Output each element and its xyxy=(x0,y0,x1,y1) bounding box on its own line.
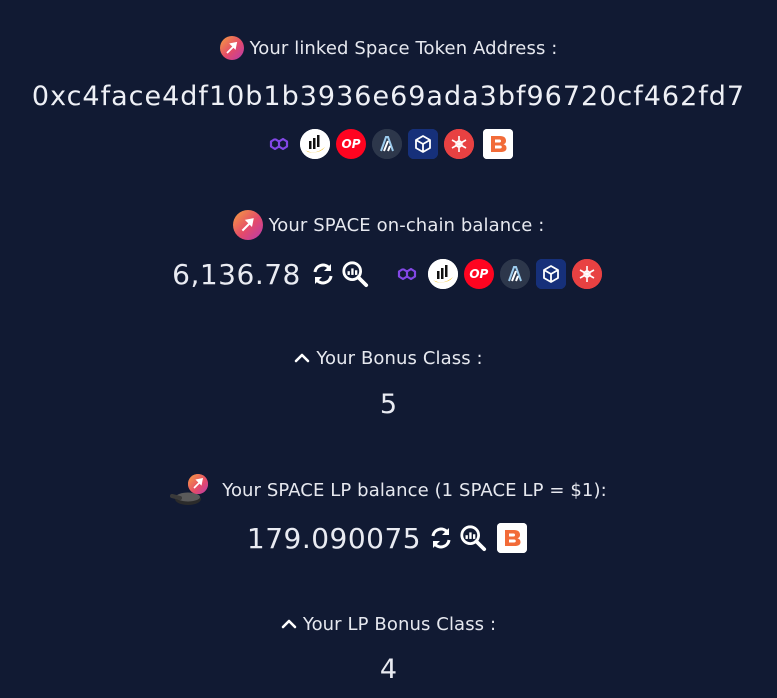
chevron-up-icon xyxy=(294,350,310,366)
bitrue-icon[interactable] xyxy=(497,523,528,553)
optimism-label: OP xyxy=(341,137,361,151)
polygon-icon[interactable] xyxy=(264,129,294,159)
arbitrum-icon[interactable] xyxy=(372,129,402,159)
space-token-icon xyxy=(232,210,263,240)
linked-address-label-row: Your linked Space Token Address : xyxy=(0,34,777,62)
lp-balance-label-row: Your SPACE LP balance (1 SPACE LP = $1): xyxy=(0,472,777,508)
arbitrum-icon[interactable] xyxy=(499,259,530,289)
onchain-balance-label: Your SPACE on-chain balance : xyxy=(268,214,545,236)
avalanche-icon[interactable] xyxy=(444,129,474,159)
bonus-class-value-row: 5 xyxy=(0,386,777,422)
bonus-class-value: 5 xyxy=(379,388,398,420)
search-chart-icon[interactable] xyxy=(459,524,487,552)
lp-bonus-class-value: 4 xyxy=(379,653,398,685)
avalanche-icon[interactable] xyxy=(571,259,602,289)
pancakeswap-icon[interactable] xyxy=(300,129,330,159)
space-balance-panel: Your linked Space Token Address : 0xc4fa… xyxy=(0,0,777,698)
search-chart-icon[interactable] xyxy=(341,260,369,288)
linked-address-chain-icons: OP xyxy=(0,128,777,160)
pancakeswap-icon[interactable] xyxy=(427,259,458,289)
chevron-up-icon xyxy=(281,616,297,632)
bitrue-icon[interactable] xyxy=(483,129,513,159)
lp-bonus-class-label: Your LP Bonus Class : xyxy=(302,613,497,635)
lp-balance-label: Your SPACE LP balance (1 SPACE LP = $1): xyxy=(222,479,607,501)
zksync-icon[interactable] xyxy=(535,259,566,289)
refresh-icon[interactable] xyxy=(309,260,337,288)
optimism-icon[interactable]: OP xyxy=(336,129,366,159)
lp-balance-value: 179.090075 xyxy=(246,521,422,555)
onchain-balance-value-row: 6,136.78 OP xyxy=(0,254,777,294)
linked-address-value: 0xc4face4df10b1b3936e69ada3bf96720cf462f… xyxy=(31,80,746,112)
space-token-icon xyxy=(219,36,244,60)
linked-address-value-row: 0xc4face4df10b1b3936e69ada3bf96720cf462f… xyxy=(0,76,777,116)
optimism-icon[interactable]: OP xyxy=(463,259,494,289)
lp-balance-value-row: 179.090075 xyxy=(0,518,777,558)
lp-bonus-class-label-row: Your LP Bonus Class : xyxy=(0,610,777,638)
onchain-balance-label-row: Your SPACE on-chain balance : xyxy=(0,210,777,240)
onchain-balance-value: 6,136.78 xyxy=(172,257,301,291)
bonus-class-label-row: Your Bonus Class : xyxy=(0,344,777,372)
lp-bonus-class-value-row: 4 xyxy=(0,650,777,688)
polygon-icon[interactable] xyxy=(392,259,422,289)
space-lp-pan-icon xyxy=(170,474,216,506)
optimism-label: OP xyxy=(469,267,489,281)
zksync-icon[interactable] xyxy=(408,129,438,159)
refresh-icon[interactable] xyxy=(427,524,455,552)
bonus-class-label: Your Bonus Class : xyxy=(316,347,483,369)
linked-address-label: Your linked Space Token Address : xyxy=(249,37,558,59)
